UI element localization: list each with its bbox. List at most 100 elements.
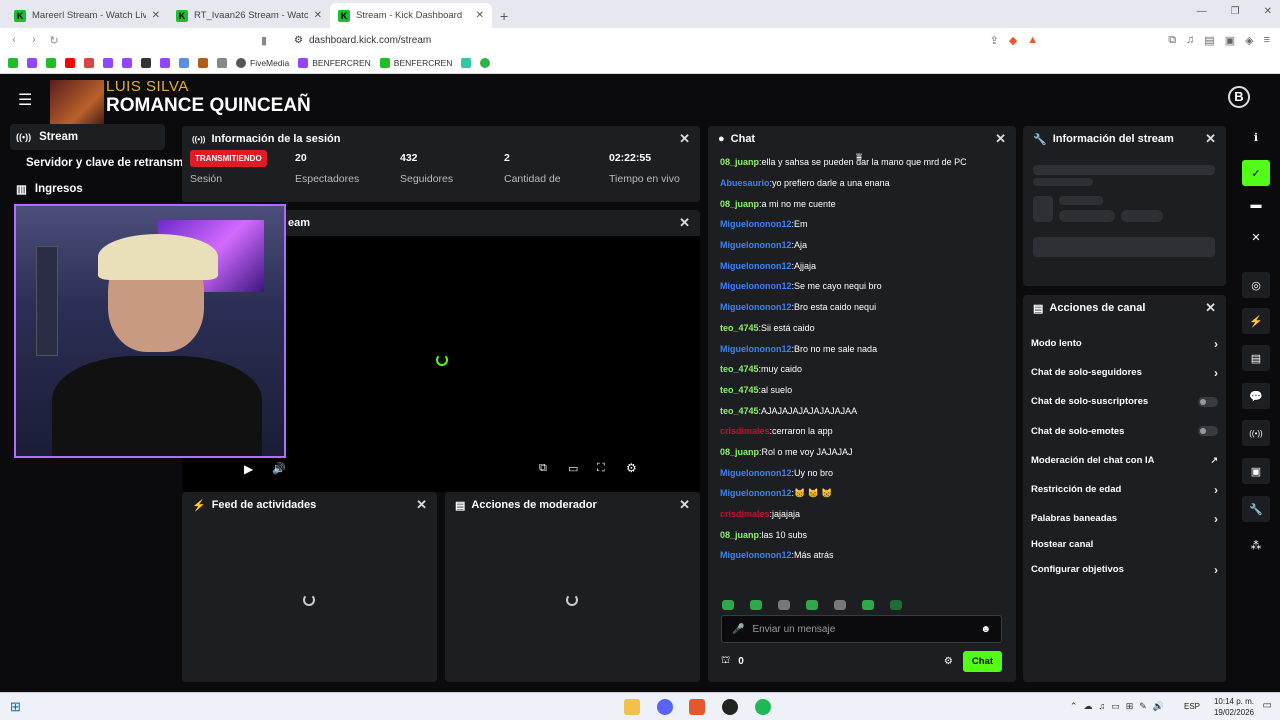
app-bookmark-icon[interactable] [217, 57, 227, 68]
emotes-only-toggle[interactable] [1198, 426, 1218, 437]
address-bar[interactable]: ⚙ dashboard.kick.com/stream [284, 29, 974, 51]
new-tab-button[interactable]: + [492, 8, 516, 28]
chat-username[interactable]: Miguelononon12 [720, 468, 792, 478]
emote-icon[interactable] [778, 600, 790, 610]
brave-shield-icon[interactable]: ◆ [1009, 34, 1017, 47]
chat-username[interactable]: 08_juanp [720, 530, 759, 540]
chat-username[interactable]: crisdimales [720, 509, 770, 519]
brave-icon[interactable] [689, 699, 705, 715]
windows-start-icon[interactable]: ⊞ [10, 699, 21, 715]
broadcast-icon[interactable]: ((•)) [1242, 420, 1270, 446]
twitch-bookmark-icon[interactable] [27, 57, 37, 68]
wallet-icon[interactable]: ▣ [1225, 34, 1235, 47]
action-banned-words[interactable]: Palabras baneadas › [1023, 504, 1226, 533]
chat-username[interactable]: Miguelononon12 [720, 240, 792, 250]
restore-icon[interactable]: ❐ [1231, 6, 1240, 17]
layout-icon[interactable]: ▬ [1242, 192, 1270, 218]
hamburger-menu-icon[interactable]: ☰ [18, 90, 32, 110]
forward-icon[interactable]: › [24, 34, 44, 46]
twitch-bookmark-icon[interactable] [103, 57, 113, 68]
chat-username[interactable]: Miguelononon12 [720, 261, 792, 271]
app-bookmark-icon[interactable] [461, 57, 472, 68]
send-chat-button[interactable]: Chat [962, 650, 1002, 672]
emote-icon[interactable] [806, 600, 818, 610]
theater-icon[interactable]: ▭ [568, 462, 578, 475]
chat-username[interactable]: Miguelononon12 [720, 302, 792, 312]
tab-mareerl[interactable]: K Mareerl Stream - Watch Live on K ✕ [6, 3, 168, 28]
tab-kick-dashboard[interactable]: K Stream - Kick Dashboard ✕ [330, 3, 492, 28]
info-icon[interactable]: ℹ [1242, 124, 1270, 150]
chat-username[interactable]: Miguelononon12 [720, 344, 792, 354]
action-slow-mode[interactable]: Modo lento › [1023, 329, 1226, 358]
subscribers-only-toggle[interactable] [1198, 396, 1218, 407]
sidebar-item-server-key[interactable]: Servidor y clave de retransm [0, 150, 183, 176]
camera-icon[interactable]: ◎ [1242, 272, 1270, 298]
obs-icon[interactable] [722, 699, 738, 715]
youtube-bookmark-icon[interactable] [65, 57, 75, 68]
close-tab-icon[interactable]: ✕ [476, 10, 484, 21]
kick-logo-icon[interactable]: B [1228, 86, 1250, 108]
close-icon[interactable]: ✕ [679, 131, 690, 147]
chat-username[interactable]: Miguelononon12 [720, 550, 792, 560]
video-icon[interactable]: ▣ [1242, 458, 1270, 484]
chat-username[interactable]: teo_4745 [720, 364, 759, 374]
menu-icon[interactable]: ≡ [1264, 34, 1270, 47]
tab-rt-ivaan26[interactable]: K RT_Ivaan26 Stream - Watch Live on K ✕ [168, 3, 330, 28]
chat-bubble-icon[interactable]: 💬 [1242, 383, 1270, 409]
close-tab-icon[interactable]: ✕ [152, 10, 160, 21]
pip-icon[interactable]: ⧉ [539, 462, 547, 475]
download-bookmark-icon[interactable] [141, 57, 151, 68]
emote-icon[interactable] [722, 600, 734, 610]
chat-username[interactable]: Miguelononon12 [720, 281, 792, 291]
emote-icon[interactable] [862, 600, 874, 610]
volume-icon[interactable]: 🔊 [272, 462, 286, 475]
globe-bookmark-icon[interactable] [179, 57, 189, 68]
extensions-icon[interactable]: ⧉ [1168, 34, 1176, 47]
action-configure-goals[interactable]: Configurar objetivos › [1023, 555, 1226, 584]
kick-bookmark-icon[interactable] [8, 57, 18, 68]
close-icon[interactable]: ✕ [1205, 131, 1216, 147]
emoji-icon[interactable]: ☻ [980, 624, 991, 635]
app-bookmark-icon[interactable] [198, 57, 208, 68]
media-icon[interactable]: ♫ [1186, 34, 1194, 47]
discord-icon[interactable] [657, 699, 673, 715]
bookmark-benfercren-kick[interactable]: BENFERCREN [379, 57, 452, 68]
bookmark-icon[interactable]: ▮ [254, 34, 274, 47]
close-icon[interactable]: ✕ [416, 497, 427, 513]
close-tab-icon[interactable]: ✕ [314, 10, 322, 21]
share-icon[interactable]: ⇪ [990, 34, 999, 47]
emote-icon[interactable] [834, 600, 846, 610]
reload-icon[interactable]: ↻ [44, 34, 64, 47]
vpn-icon[interactable]: ◈ [1245, 34, 1253, 47]
minimize-icon[interactable]: — [1197, 6, 1207, 17]
chat-username[interactable]: crisdimales [720, 426, 770, 436]
bookmark-benfercren-twitch[interactable]: BENFERCREN [298, 57, 371, 68]
chat-username[interactable]: 08_juanp [720, 447, 759, 457]
sidebar-item-stream[interactable]: ((•)) Stream [10, 124, 165, 150]
taskbar-clock[interactable]: 10:14 p. m. 19/02/2026 [1214, 696, 1254, 718]
action-age-restriction[interactable]: Restricción de edad › [1023, 475, 1226, 504]
share-nodes-icon[interactable]: ⁂ [1242, 532, 1270, 558]
action-followers-only[interactable]: Chat de solo-seguidores › [1023, 358, 1226, 387]
action-ai-moderation[interactable]: Moderación del chat con IA ↗ [1023, 446, 1226, 475]
app-bookmark-icon[interactable] [480, 57, 491, 68]
close-icon[interactable]: ✕ [1242, 224, 1270, 250]
chat-username[interactable]: 08_juanp [720, 199, 759, 209]
settings-icon[interactable]: ⚙ [626, 461, 637, 475]
points-icon[interactable]: ⛫ [721, 655, 730, 668]
close-icon[interactable]: ✕ [1205, 300, 1216, 316]
chat-username[interactable]: Miguelononon12 [720, 219, 792, 229]
notifications-icon[interactable]: ▭ [1263, 700, 1272, 711]
back-icon[interactable]: ‹ [4, 34, 24, 46]
play-icon[interactable]: ▶ [244, 462, 253, 476]
chat-settings-icon[interactable]: ⚙ [944, 656, 953, 667]
bookmark-fivemedia[interactable]: FiveMedia [236, 57, 289, 68]
close-icon[interactable]: ✕ [679, 215, 690, 231]
chat-username[interactable]: Abuesaurio [720, 178, 770, 188]
chat-username[interactable]: teo_4745 [720, 406, 759, 416]
action-subscribers-only[interactable]: Chat de solo-suscriptores [1023, 387, 1226, 416]
action-host-channel[interactable]: Hostear canal [1023, 533, 1226, 555]
sidebar-item-ingresos[interactable]: ▥ Ingresos [0, 176, 175, 202]
chat-username[interactable]: 08_juanp [720, 157, 759, 167]
close-icon[interactable]: ✕ [679, 497, 690, 513]
